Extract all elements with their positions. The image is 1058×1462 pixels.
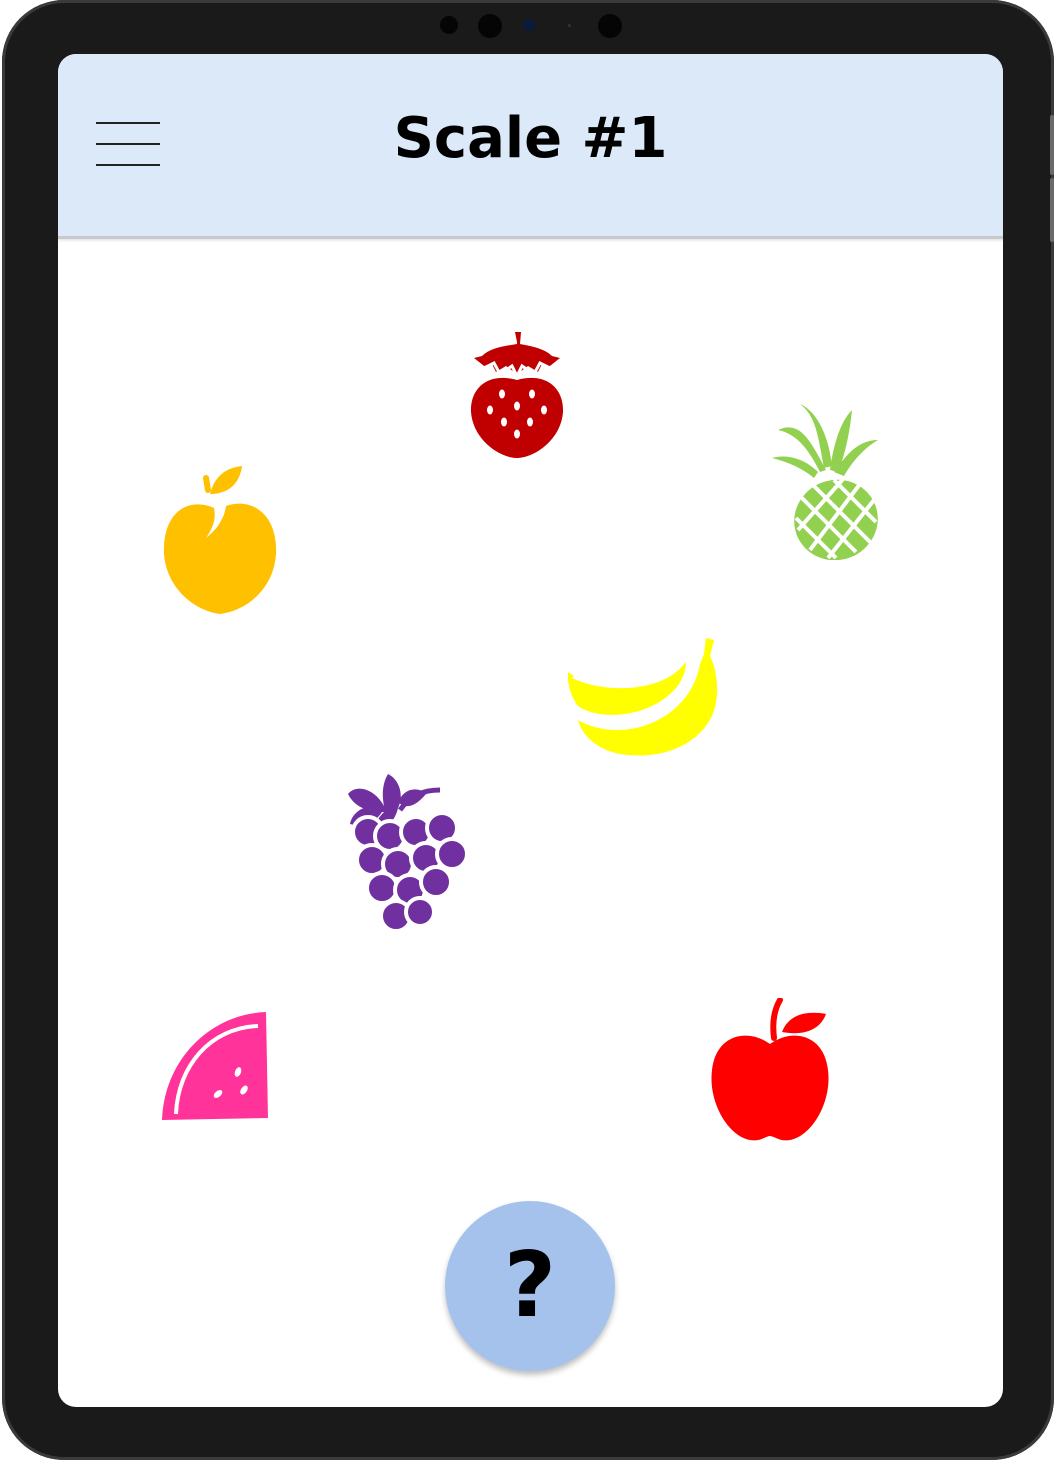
camera-lens [523,19,535,31]
strawberry-svg [470,332,564,458]
help-question-mark-icon: ? [503,1233,557,1338]
pineapple-icon[interactable] [770,400,882,560]
peach-icon[interactable] [162,464,278,616]
apple-icon[interactable] [708,998,832,1146]
volume-up-button [1050,115,1054,175]
peach-svg [163,466,277,614]
camera-sensor-2 [478,14,502,38]
volume-down-button [1050,178,1054,242]
apple-svg [711,998,829,1141]
camera-sensor-1 [440,16,458,34]
grapes-icon[interactable] [344,772,474,934]
strawberry-icon[interactable] [468,330,566,460]
help-button[interactable]: ? [445,1201,615,1371]
banana-icon[interactable] [568,636,720,758]
watermelon-icon[interactable] [162,1010,272,1122]
grapes-svg [348,774,469,933]
app-screen: Scale #1 ? [58,54,1003,1407]
app-header: Scale #1 [58,54,1003,239]
camera-sensor-4 [598,14,622,38]
camera-sensor-3 [568,24,571,27]
tablet-frame: Scale #1 ? [2,0,1054,1460]
page-title: Scale #1 [393,106,668,171]
pineapple-svg [772,404,878,560]
banana-svg [568,638,718,756]
watermelon-svg [162,1012,268,1120]
